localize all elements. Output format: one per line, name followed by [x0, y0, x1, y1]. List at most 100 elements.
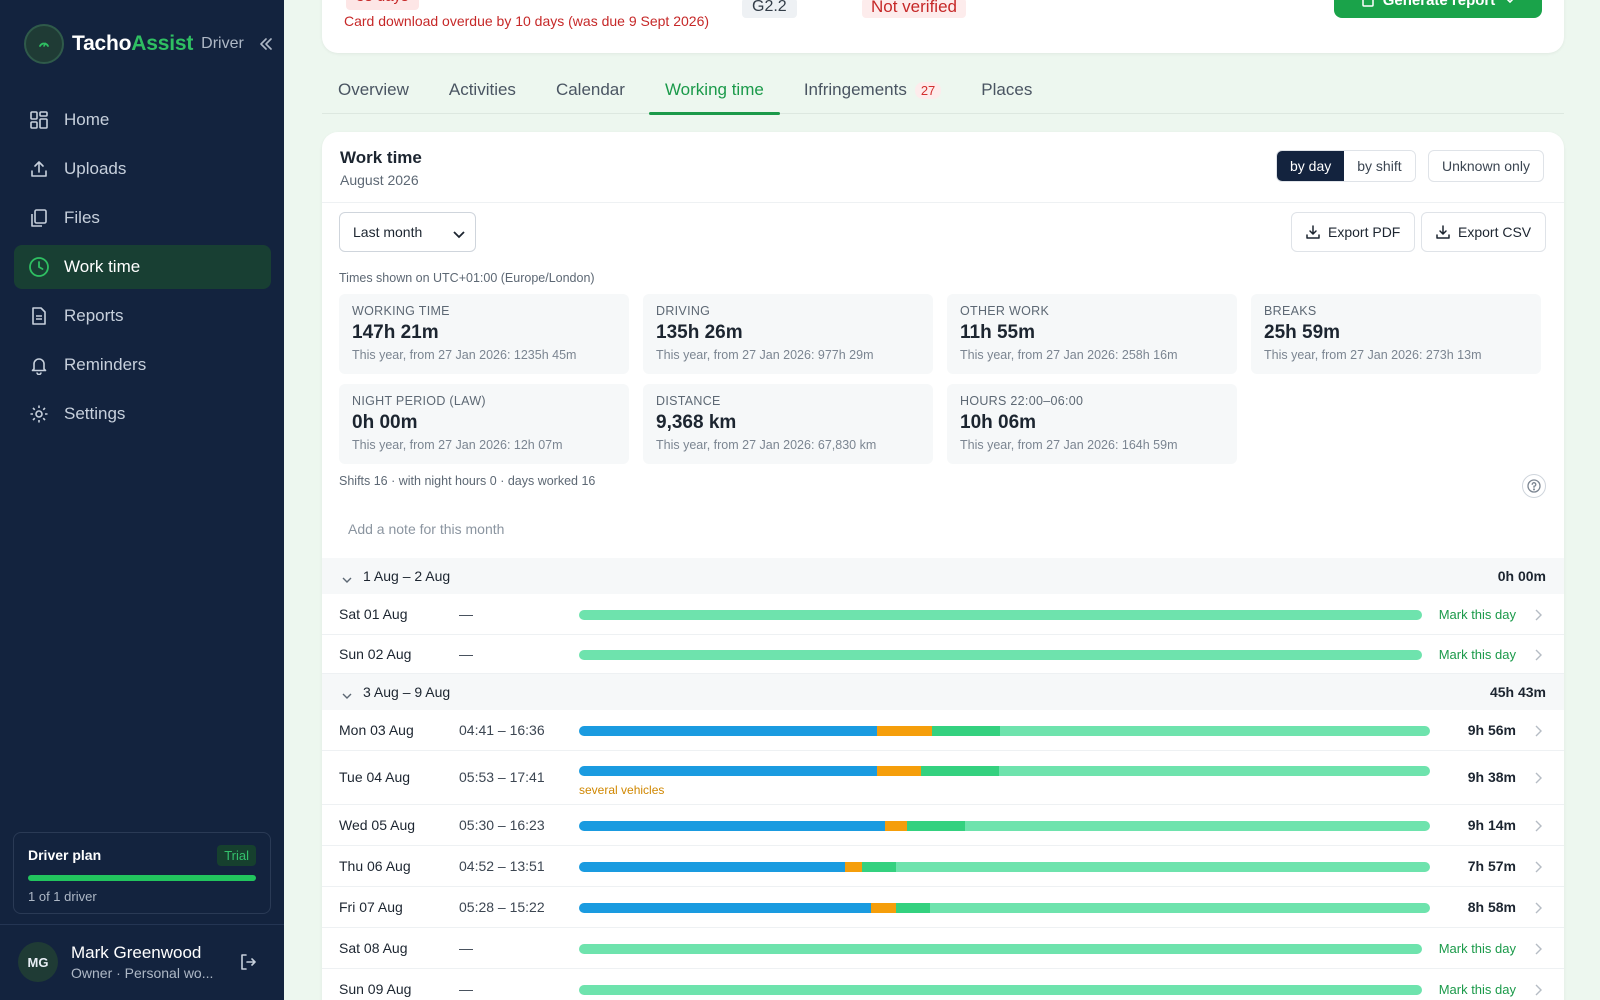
stat-night-period: NIGHT PERIOD (LAW) 0h 00m This year, fro…	[339, 384, 629, 464]
view-toggle: by day by shift	[1276, 150, 1416, 182]
chevron-down-icon	[342, 570, 352, 588]
timeline-segment-driving	[579, 862, 846, 872]
plan-card[interactable]: Driver plan Trial 1 of 1 driver	[13, 832, 271, 914]
day-row[interactable]: Fri 07 Aug 05:28 – 15:22 8h 58m	[322, 887, 1564, 928]
timeline-segment-break-work	[921, 766, 1000, 776]
week-header[interactable]: 1 Aug – 2 Aug 0h 00m	[322, 558, 1564, 594]
timeline-segment-rest	[999, 766, 1430, 776]
timeline-segment-other-work	[870, 903, 897, 913]
brand-role: Driver	[201, 35, 244, 52]
sidebar-item-uploads[interactable]: Uploads	[14, 147, 271, 191]
week-header[interactable]: 3 Aug – 9 Aug 45h 43m	[322, 674, 1564, 710]
day-date: Fri 07 Aug	[339, 899, 403, 915]
tab-places[interactable]: Places	[965, 66, 1048, 114]
day-time-range: —	[459, 981, 473, 997]
generate-report-label: Generate report	[1382, 0, 1496, 9]
export-pdf-button[interactable]: Export PDF	[1291, 212, 1416, 252]
files-icon	[28, 207, 50, 229]
bell-icon	[28, 354, 50, 376]
timeline-segment-other-work	[885, 821, 908, 831]
day-row[interactable]: Mon 03 Aug 04:41 – 16:36 9h 56m	[322, 710, 1564, 751]
stat-value: 147h 21m	[352, 322, 439, 343]
day-row[interactable]: Sat 01 Aug — Mark this day	[322, 594, 1564, 635]
chevron-right-icon[interactable]	[1535, 648, 1542, 666]
unknown-only-button[interactable]: Unknown only	[1428, 150, 1544, 182]
upload-icon	[28, 158, 50, 180]
export-csv-button[interactable]: Export CSV	[1421, 212, 1547, 252]
by-shift-button[interactable]: by shift	[1344, 151, 1415, 181]
day-timeline-bar	[579, 862, 1430, 872]
sidebar-item-settings[interactable]: Settings	[14, 392, 271, 436]
chevron-right-icon[interactable]	[1535, 901, 1542, 919]
sidebar-item-work-time[interactable]: Work time	[14, 245, 271, 289]
stat-sub: This year, from 27 Jan 2026: 258h 16m	[960, 348, 1178, 362]
mark-day-link[interactable]: Mark this day	[1439, 982, 1516, 997]
user-name: Mark Greenwood	[71, 943, 202, 962]
period-select[interactable]: Last month	[339, 212, 476, 252]
mark-day-link[interactable]: Mark this day	[1439, 647, 1516, 662]
stat-label: HOURS 22:00–06:00	[960, 394, 1084, 408]
card-generation-badge: G2.2	[742, 0, 797, 18]
export-csv-label: Export CSV	[1458, 224, 1532, 240]
grid-icon	[28, 109, 50, 131]
generate-report-button[interactable]: Generate report	[1334, 0, 1542, 18]
collapse-sidebar-icon[interactable]	[256, 34, 276, 54]
help-icon[interactable]	[1522, 474, 1546, 498]
day-note: several vehicles	[579, 783, 665, 797]
chevron-right-icon[interactable]	[1535, 608, 1542, 626]
week-total: 0h 00m	[1497, 568, 1546, 584]
export-pdf-label: Export PDF	[1328, 224, 1401, 240]
tab-label: Places	[981, 80, 1033, 99]
chevron-right-icon[interactable]	[1535, 942, 1542, 960]
day-row[interactable]: Wed 05 Aug 05:30 – 16:23 9h 14m	[322, 805, 1564, 846]
tab-calendar[interactable]: Calendar	[540, 66, 641, 114]
stat-working-time: WORKING TIME 147h 21m This year, from 27…	[339, 294, 629, 374]
day-date: Thu 06 Aug	[339, 858, 411, 874]
timeline-segment-driving	[579, 726, 877, 736]
sidebar-item-files[interactable]: Files	[14, 196, 271, 240]
day-date: Wed 05 Aug	[339, 817, 416, 833]
day-row[interactable]: Tue 04 Aug 05:53 – 17:41 several vehicle…	[322, 751, 1564, 805]
sidebar-item-reminders[interactable]: Reminders	[14, 343, 271, 387]
day-timeline-bar	[579, 650, 1422, 660]
tab-activities[interactable]: Activities	[433, 66, 532, 114]
logout-icon[interactable]	[238, 952, 260, 974]
infringement-count-badge: 27	[914, 81, 942, 99]
user-profile[interactable]: MG Mark Greenwood Owner · Personal wo...	[18, 942, 213, 982]
chevron-right-icon[interactable]	[1535, 860, 1542, 878]
day-row[interactable]: Thu 06 Aug 04:52 – 13:51 7h 57m	[322, 846, 1564, 887]
timeline-segment-rest	[579, 650, 1422, 660]
tab-overview[interactable]: Overview	[322, 66, 425, 114]
chevron-right-icon[interactable]	[1535, 819, 1542, 837]
day-timeline-bar	[579, 903, 1430, 913]
sidebar-item-home[interactable]: Home	[14, 98, 271, 142]
stat-value: 25h 59m	[1264, 322, 1341, 343]
day-row[interactable]: Sun 09 Aug — Mark this day	[322, 969, 1564, 1000]
month-note-input[interactable]: Add a note for this month	[348, 521, 504, 537]
tab-label: Calendar	[555, 80, 625, 99]
chevron-right-icon[interactable]	[1535, 771, 1542, 789]
day-row[interactable]: Sun 02 Aug — Mark this day	[322, 635, 1564, 674]
tab-infringements[interactable]: Infringements 27	[788, 66, 957, 114]
clock-icon	[28, 256, 50, 278]
mark-day-link[interactable]: Mark this day	[1439, 941, 1516, 956]
day-date: Sat 01 Aug	[339, 606, 408, 622]
timeline-segment-rest	[965, 821, 1430, 831]
sidebar-item-reports[interactable]: Reports	[14, 294, 271, 338]
timeline-segment-break-work	[932, 726, 1001, 736]
brand-logo-icon	[24, 24, 64, 64]
timeline-segment-break-work	[862, 862, 897, 872]
mark-day-link[interactable]: Mark this day	[1439, 607, 1516, 622]
by-day-button[interactable]: by day	[1277, 151, 1345, 181]
chevron-down-icon	[342, 686, 352, 704]
day-total: 9h 56m	[1467, 722, 1516, 738]
chevron-right-icon[interactable]	[1535, 724, 1542, 742]
tab-working-time[interactable]: Working time	[648, 66, 780, 115]
stat-label: DISTANCE	[656, 394, 721, 408]
sidebar-item-label: Settings	[64, 404, 126, 423]
shifts-summary: Shifts 16 · with night hours 0 · days wo…	[339, 474, 596, 488]
chevron-right-icon[interactable]	[1535, 983, 1542, 1000]
brand[interactable]: TachoAssist Driver	[24, 24, 244, 64]
day-row[interactable]: Sat 08 Aug — Mark this day	[322, 928, 1564, 969]
stat-value: 10h 06m	[960, 412, 1037, 433]
